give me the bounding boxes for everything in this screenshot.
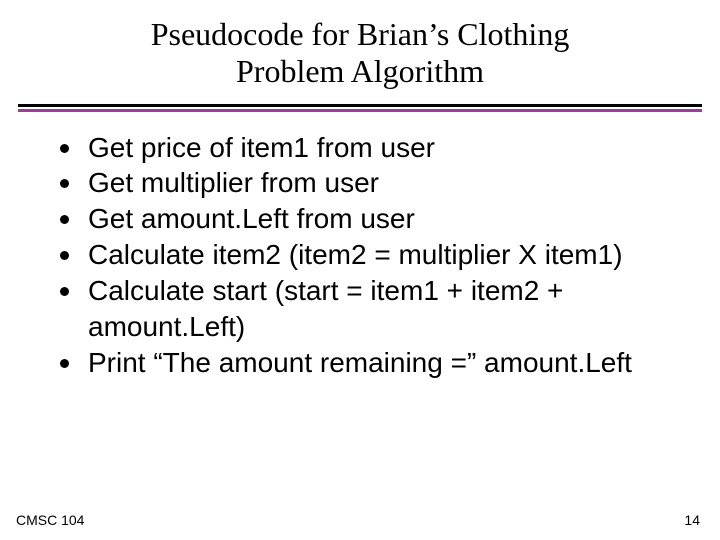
list-item: Get price of item1 from user xyxy=(60,130,680,166)
bullet-text: Calculate start (start = item1 + item2 +… xyxy=(88,275,563,342)
content-area: Get price of item1 from user Get multipl… xyxy=(0,112,720,381)
bullet-text: Get amount.Left from user xyxy=(88,203,415,234)
slide: Pseudocode for Brian’s Clothing Problem … xyxy=(0,0,720,540)
footer-page-number: 14 xyxy=(684,512,700,528)
bullet-text: Calculate item2 (item2 = multiplier X it… xyxy=(88,239,623,270)
slide-title: Pseudocode for Brian’s Clothing Problem … xyxy=(0,0,720,100)
title-line-2: Problem Algorithm xyxy=(236,53,484,89)
footer-course-code: CMSC 104 xyxy=(16,512,84,528)
title-line-1: Pseudocode for Brian’s Clothing xyxy=(151,16,570,52)
bullet-text: Get price of item1 from user xyxy=(88,132,435,163)
list-item: Get amount.Left from user xyxy=(60,201,680,237)
title-divider xyxy=(18,104,702,112)
list-item: Get multiplier from user xyxy=(60,165,680,201)
bullet-text: Print “The amount remaining =” amount.Le… xyxy=(88,347,632,378)
list-item: Calculate start (start = item1 + item2 +… xyxy=(60,273,680,345)
bullet-list: Get price of item1 from user Get multipl… xyxy=(60,130,680,381)
list-item: Calculate item2 (item2 = multiplier X it… xyxy=(60,237,680,273)
bullet-text: Get multiplier from user xyxy=(88,167,379,198)
list-item: Print “The amount remaining =” amount.Le… xyxy=(60,345,680,381)
divider-bar-top xyxy=(18,104,702,107)
